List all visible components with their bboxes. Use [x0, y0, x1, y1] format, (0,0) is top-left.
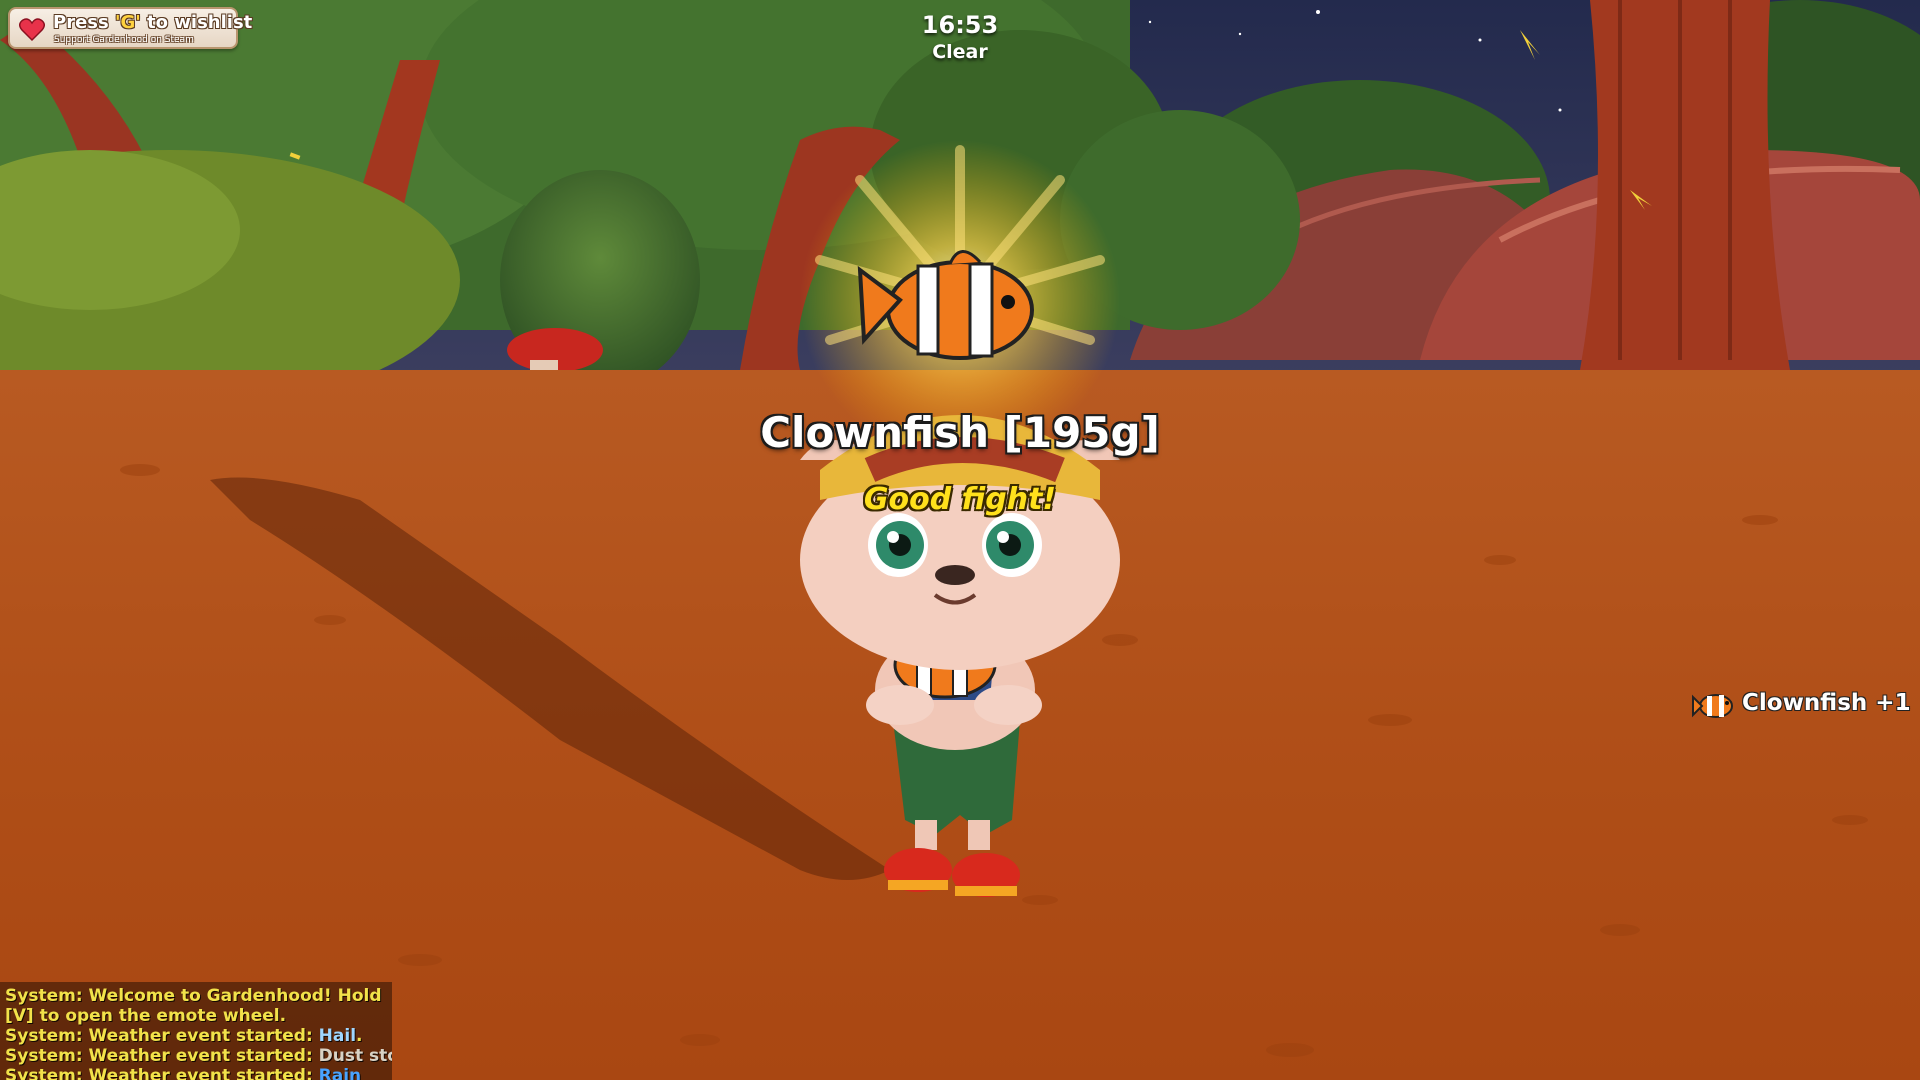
clock-time: 16:53: [921, 11, 999, 39]
game-world-scene: [0, 0, 1920, 1080]
chat-highlight: Rain: [318, 1066, 362, 1080]
catch-title: Clownfish [195g]: [760, 408, 1160, 457]
weather-status: Clear: [932, 41, 988, 63]
wishlist-subtitle: Support Gardenhood on Steam: [54, 35, 194, 45]
wishlist-prompt[interactable]: Press 'G' to wishlist Support Gardenhood…: [8, 7, 252, 49]
clownfish-icon: [1692, 694, 1733, 718]
chat-message: System: Welcome to Gardenhood! Hold [V] …: [5, 986, 382, 1026]
wishlist-key: 'G': [114, 12, 141, 33]
game-clock: 16:53 Clear: [860, 10, 1060, 64]
chat-message: System: Weather event started: Rain: [5, 1066, 392, 1080]
chat-highlight: Dust storm: [318, 1046, 392, 1066]
pickup-text: Clownfish +1: [1742, 690, 1911, 716]
chat-message: System: Weather event started: Hail.: [5, 1026, 363, 1046]
chat-highlight: Hail: [318, 1026, 357, 1046]
chat-log: System: Welcome to Gardenhood! Hold [V] …: [0, 982, 392, 1080]
chat-message: System: Weather event started: Dust stor…: [5, 1046, 392, 1066]
catch-subtitle: Good fight!: [863, 482, 1057, 517]
heart-icon: [19, 18, 45, 42]
wishlist-label: Press 'G' to wishlist: [53, 12, 253, 33]
